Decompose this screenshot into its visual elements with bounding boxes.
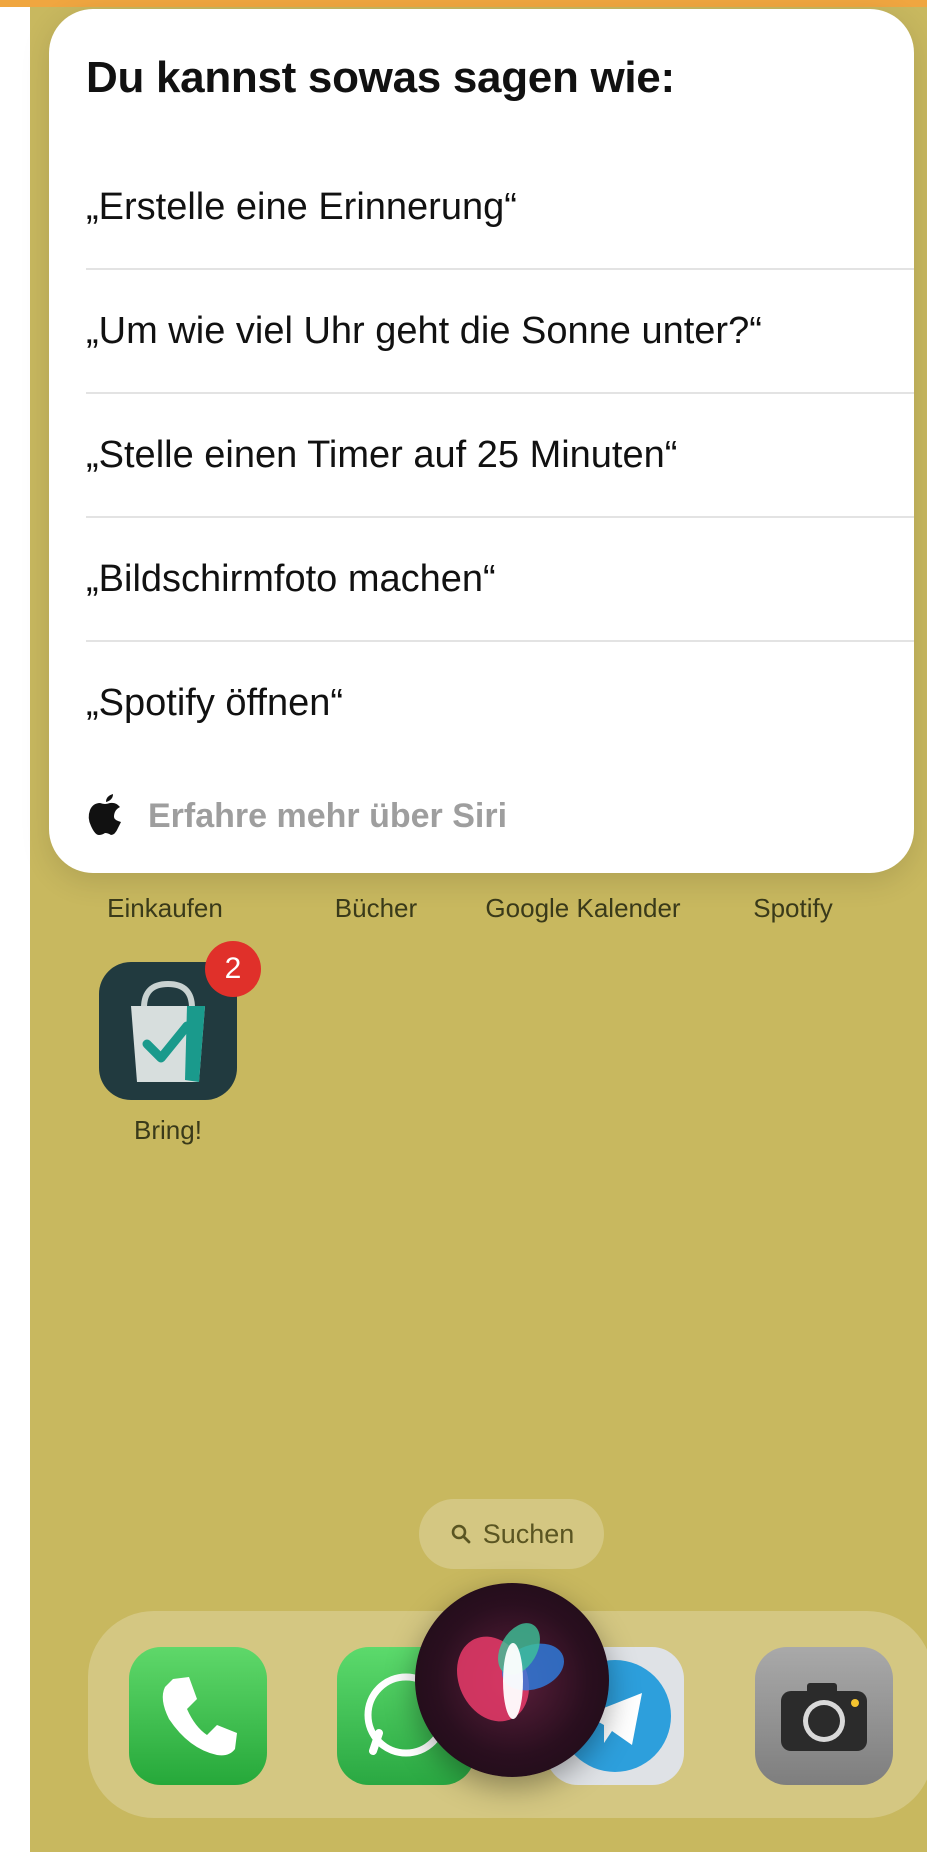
suggestion-item[interactable]: „Um wie viel Uhr geht die Sonne unter?“: [86, 270, 914, 393]
card-title: Du kannst sowas sagen wie:: [86, 53, 675, 102]
app-label-einkaufen[interactable]: Einkaufen: [55, 893, 275, 924]
app-label-google-kalender[interactable]: Google Kalender: [473, 893, 693, 924]
dock-camera-app[interactable]: [755, 1647, 893, 1785]
learn-more-label: Erfahre mehr über Siri: [148, 796, 508, 835]
search-icon: [451, 1524, 471, 1544]
app-label-spotify[interactable]: Spotify: [683, 893, 903, 924]
search-pill-label: Suchen: [482, 1518, 575, 1549]
siri-suggestions-card: Du kannst sowas sagen wie: „Erstelle ein…: [49, 9, 914, 873]
siri-orb-icon: [457, 1623, 564, 1722]
search-pill[interactable]: Suchen: [419, 1499, 604, 1569]
suggestion-item[interactable]: „Bildschirmfoto machen“: [86, 518, 914, 641]
left-margin: [0, 7, 30, 1852]
notification-badge: 2: [205, 941, 261, 997]
siri-orb[interactable]: [415, 1583, 609, 1777]
camera-icon: [781, 1683, 867, 1751]
suggestion-item[interactable]: „Erstelle eine Erinnerung“: [86, 146, 914, 269]
suggestion-item[interactable]: „Stelle einen Timer auf 25 Minuten“: [86, 394, 914, 517]
app-label-buecher[interactable]: Bücher: [266, 893, 486, 924]
top-accent-line: [0, 0, 927, 7]
phone-icon: [162, 1677, 237, 1756]
learn-more-link[interactable]: Erfahre mehr über Siri: [86, 786, 507, 846]
dock-phone-app[interactable]: [129, 1647, 267, 1785]
app-label-bring[interactable]: Bring!: [58, 1115, 278, 1146]
apple-logo-icon: [88, 794, 121, 835]
suggestion-item[interactable]: „Spotify öffnen“: [86, 642, 914, 765]
